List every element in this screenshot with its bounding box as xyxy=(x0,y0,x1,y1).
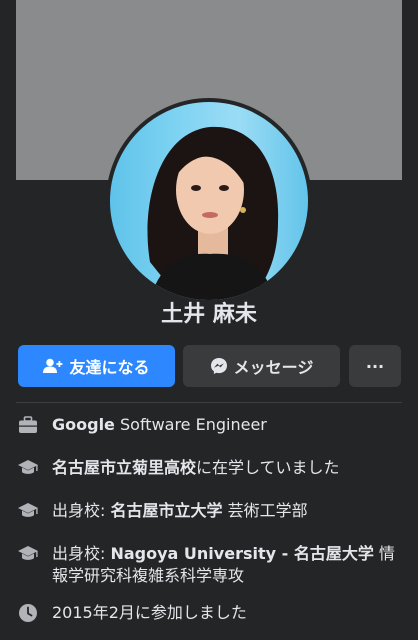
profile-photo-image xyxy=(110,102,308,300)
university-name[interactable]: 名古屋市立大学 xyxy=(110,501,222,520)
divider xyxy=(16,402,402,403)
message-label: メッセージ xyxy=(233,358,314,377)
job-title: Software Engineer xyxy=(114,415,267,434)
highschool-name[interactable]: 名古屋市立菊里高校 xyxy=(52,458,196,477)
graduation-cap-icon xyxy=(16,457,40,479)
employer-name[interactable]: Google xyxy=(52,415,115,434)
more-options-button[interactable]: ··· xyxy=(349,345,401,387)
graduation-cap-icon xyxy=(16,500,40,522)
intro-university-row: 出身校: 名古屋市立大学 芸術工学部 xyxy=(16,500,402,522)
message-button[interactable]: メッセージ xyxy=(183,345,340,387)
university-department: 芸術工学部 xyxy=(222,501,308,520)
add-friend-button[interactable]: 友達になる xyxy=(18,345,175,387)
intro-work-row: Google Software Engineer xyxy=(16,414,402,436)
gradschool-name[interactable]: Nagoya University - 名古屋大学 xyxy=(110,544,373,563)
joined-date: 2015年2月に参加しました xyxy=(52,603,247,622)
intro-gradschool-row: 出身校: Nagoya University - 名古屋大学 情報学研究科複雑系… xyxy=(16,543,402,587)
messenger-icon xyxy=(210,357,228,375)
more-options-label: ··· xyxy=(365,356,385,376)
graduation-cap-icon xyxy=(16,543,40,565)
briefcase-icon xyxy=(16,414,40,436)
profile-picture[interactable] xyxy=(106,98,312,304)
intro-joined-row: 2015年2月に参加しました xyxy=(16,602,402,624)
clock-icon xyxy=(16,602,40,624)
alma-mater-prefix: 出身校: xyxy=(52,501,111,520)
add-friend-label: 友達になる xyxy=(69,358,150,377)
alma-mater-prefix: 出身校: xyxy=(52,544,111,563)
highschool-status: に在学していました xyxy=(196,458,340,477)
intro-highschool-row: 名古屋市立菊里高校に在学していました xyxy=(16,457,402,479)
profile-name: 土井 麻未 xyxy=(161,302,257,327)
add-friend-icon xyxy=(43,358,63,374)
